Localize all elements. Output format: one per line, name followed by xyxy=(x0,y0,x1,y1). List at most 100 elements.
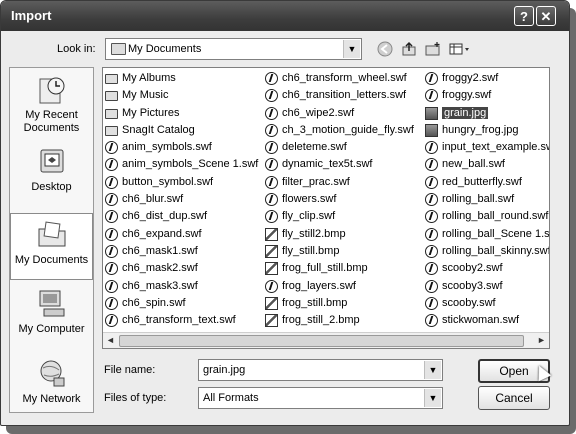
file-item[interactable]: new_ball.swf xyxy=(424,156,549,173)
file-name: fly_still2.bmp xyxy=(282,227,346,240)
place-my-network[interactable]: My Network xyxy=(10,358,93,412)
file-name: button_symbol.swf xyxy=(122,175,214,188)
file-item[interactable]: ch6_mask1.swf xyxy=(104,243,258,260)
file-item[interactable]: ch6_transform_wheel.swf xyxy=(264,70,414,87)
swf-file-icon xyxy=(425,227,438,241)
file-item[interactable]: deleteme.swf xyxy=(264,139,414,156)
horizontal-scrollbar[interactable]: ◄ ► xyxy=(103,332,549,348)
place-my-computer[interactable]: My Computer xyxy=(10,288,93,346)
file-item[interactable]: dynamic_tex5t.swf xyxy=(264,156,414,173)
up-folder-icon[interactable] xyxy=(401,41,417,57)
file-item[interactable]: My Music xyxy=(104,87,258,104)
file-item[interactable]: hungry_frog.jpg xyxy=(424,122,549,139)
file-item[interactable]: SnagIt Catalog xyxy=(104,122,258,139)
file-item[interactable]: rolling_ball_Scene 1.swf xyxy=(424,226,549,243)
help-button[interactable]: ? xyxy=(514,6,534,26)
file-item[interactable]: ch6_blur.swf xyxy=(104,191,258,208)
file-item[interactable]: ch_3_motion_guide_fly.swf xyxy=(264,122,414,139)
title-bar[interactable]: Import ? ✕ xyxy=(1,1,569,31)
look-in-dropdown[interactable]: My Documents ▼ xyxy=(105,38,362,60)
file-name-value: grain.jpg xyxy=(203,364,246,376)
file-item[interactable]: ch6_expand.swf xyxy=(104,226,258,243)
file-item[interactable]: My Albums xyxy=(104,70,258,87)
place-label: My Network xyxy=(22,393,81,405)
file-item[interactable]: scooby.swf xyxy=(424,295,549,312)
file-item[interactable]: grain.jpg xyxy=(424,105,549,122)
chevron-down-icon[interactable]: ▼ xyxy=(343,40,360,58)
swf-file-icon xyxy=(105,141,118,155)
my-documents-icon xyxy=(38,221,65,247)
file-name: ch6_transform_wheel.swf xyxy=(282,72,407,84)
file-item[interactable]: red_butterfly.swf xyxy=(424,174,549,191)
close-button[interactable]: ✕ xyxy=(536,6,556,26)
file-item[interactable]: rolling_ball_skinny.swf xyxy=(424,243,549,260)
file-item[interactable]: fly_still.bmp xyxy=(264,243,414,260)
file-item[interactable]: frog_full_still.bmp xyxy=(264,260,414,277)
jpg-file-icon xyxy=(425,106,438,120)
chevron-down-icon[interactable]: ▼ xyxy=(424,389,441,407)
file-item[interactable]: ch6_dist_dup.swf xyxy=(104,208,258,225)
file-item[interactable]: button_symbol.swf xyxy=(104,174,258,191)
swf-file-icon xyxy=(105,193,118,207)
bmp-file-icon xyxy=(265,314,278,328)
chevron-down-icon[interactable]: ▼ xyxy=(424,361,441,379)
file-item[interactable]: rolling_ball_round.swf xyxy=(424,208,549,225)
file-item[interactable]: flowers.swf xyxy=(264,191,414,208)
folder-icon xyxy=(105,125,118,136)
file-item[interactable]: ch6_transition_letters.swf xyxy=(264,87,414,104)
file-name: My Pictures xyxy=(122,106,180,119)
place-label: My Computer xyxy=(18,323,85,335)
file-item[interactable]: ch6_spin.swf xyxy=(104,295,258,312)
back-icon[interactable] xyxy=(377,41,393,57)
file-item[interactable]: ch6_mask2.swf xyxy=(104,260,258,277)
file-item[interactable]: ch6_transform_text.swf xyxy=(104,312,258,329)
file-item[interactable]: anim_symbols.swf xyxy=(104,139,258,156)
file-item[interactable]: anim_symbols_Scene 1.swf xyxy=(104,156,258,173)
file-name: froggy.swf xyxy=(442,89,492,102)
file-name: dynamic_tex5t.swf xyxy=(282,158,373,171)
swf-file-icon xyxy=(105,314,118,328)
scrollbar-thumb[interactable] xyxy=(119,335,524,347)
swf-file-icon xyxy=(105,227,118,241)
folder-icon xyxy=(111,43,126,55)
file-item[interactable]: scooby2.swf xyxy=(424,260,549,277)
file-name: ch6_wipe2.swf xyxy=(282,106,355,119)
file-name: flowers.swf xyxy=(282,193,337,206)
file-item[interactable]: input_text_example.swf xyxy=(424,139,549,156)
file-item[interactable]: stickwoman.swf xyxy=(424,312,549,329)
file-item[interactable]: fly_clip.swf xyxy=(264,208,414,225)
file-item[interactable]: frog_still_2.bmp xyxy=(264,312,414,329)
file-item[interactable]: rolling_ball.swf xyxy=(424,191,549,208)
bmp-file-icon xyxy=(265,262,278,276)
scroll-left-icon[interactable]: ◄ xyxy=(103,333,118,348)
swf-file-icon xyxy=(265,72,278,85)
file-item[interactable]: frog_still.bmp xyxy=(264,295,414,312)
file-name-field[interactable]: grain.jpg ▼ xyxy=(198,359,443,381)
new-folder-icon[interactable] xyxy=(425,41,441,57)
swf-file-icon xyxy=(105,262,118,276)
file-name: fly_still.bmp xyxy=(282,244,340,257)
file-item[interactable]: filter_prac.swf xyxy=(264,174,414,191)
file-item[interactable]: scooby3.swf xyxy=(424,278,549,295)
place-desktop[interactable]: Desktop xyxy=(10,146,93,202)
file-name: ch6_transition_letters.swf xyxy=(282,89,407,102)
files-of-type-dropdown[interactable]: All Formats ▼ xyxy=(198,387,443,409)
file-item[interactable]: frog_layers.swf xyxy=(264,278,414,295)
file-item[interactable]: fly_still2.bmp xyxy=(264,226,414,243)
place-recent-documents[interactable]: My Recent Documents xyxy=(10,74,93,140)
file-item[interactable]: froggy.swf xyxy=(424,87,549,104)
file-name: deleteme.swf xyxy=(282,141,347,154)
swf-file-icon xyxy=(105,244,118,258)
file-item[interactable]: ch6_wipe2.swf xyxy=(264,105,414,122)
views-menu-icon[interactable] xyxy=(449,41,471,57)
cancel-button[interactable]: Cancel xyxy=(478,386,550,410)
file-item[interactable]: ch6_mask3.swf xyxy=(104,278,258,295)
swf-file-icon xyxy=(105,296,118,310)
file-list[interactable]: My Albums My Music My Pictures SnagIt Catal… xyxy=(102,67,550,349)
look-in-label: Look in: xyxy=(57,43,96,55)
file-name: ch6_transform_text.swf xyxy=(122,314,236,327)
scroll-right-icon[interactable]: ► xyxy=(534,333,549,348)
place-my-documents[interactable]: My Documents xyxy=(10,213,93,280)
file-item[interactable]: froggy2.swf xyxy=(424,70,549,87)
file-item[interactable]: My Pictures xyxy=(104,105,258,122)
